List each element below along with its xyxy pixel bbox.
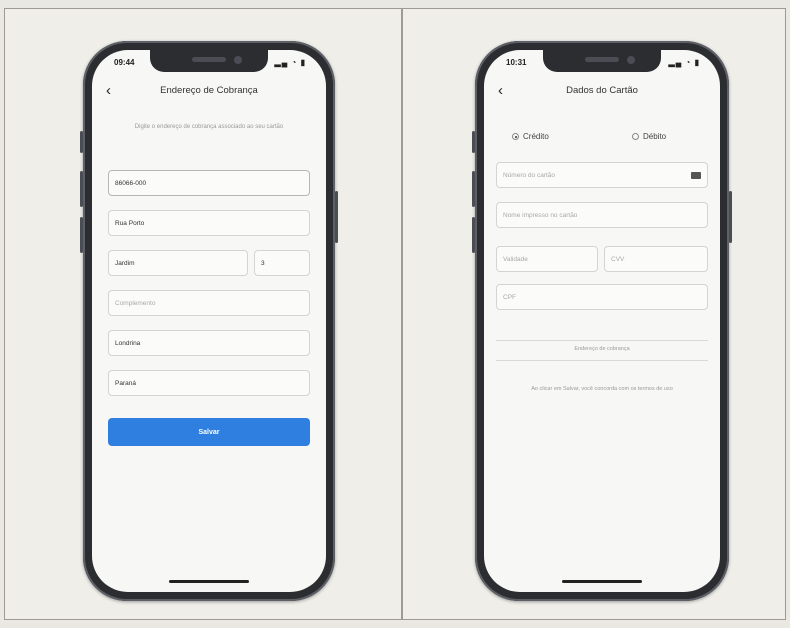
- billing-address-link[interactable]: Endereço de cobrança: [524, 346, 680, 353]
- volume-down-button: [472, 217, 475, 253]
- neighborhood-field[interactable]: Jardim: [108, 250, 248, 276]
- card-name-field[interactable]: Nome impresso no cartão: [496, 202, 708, 228]
- left-phone-frame: 09:44 ▂▄ ◔ ▮ ‹ Endereço de Cobrança Digi…: [80, 41, 338, 601]
- nav-bar: ‹ Endereço de Cobrança: [92, 80, 326, 104]
- silent-switch: [472, 131, 475, 153]
- power-button: [729, 191, 732, 243]
- radio-debit[interactable]: Débito: [632, 132, 666, 141]
- right-panel: 10:31 ▂▄ ◔ ▮ ‹ Dados do Cartão Crédito D…: [402, 8, 786, 620]
- payment-type-radio-group: Crédito Débito: [484, 132, 720, 148]
- cep-field[interactable]: 86066-000: [108, 170, 310, 196]
- volume-up-button: [472, 171, 475, 207]
- city-field[interactable]: Londrina: [108, 330, 310, 356]
- volume-up-button: [80, 171, 83, 207]
- number-field[interactable]: 3: [254, 250, 310, 276]
- radio-selected-icon: [512, 133, 519, 140]
- nav-bar: ‹ Dados do Cartão: [484, 80, 720, 104]
- radio-credit[interactable]: Crédito: [512, 132, 549, 141]
- page-title: Endereço de Cobrança: [160, 85, 258, 96]
- complement-field[interactable]: Complemento: [108, 290, 310, 316]
- status-time: 09:44: [114, 58, 135, 67]
- state-field[interactable]: Paraná: [108, 370, 310, 396]
- expiry-field[interactable]: Validade: [496, 246, 598, 272]
- card-number-field[interactable]: Número do cartão: [496, 162, 708, 188]
- home-indicator[interactable]: [169, 580, 249, 583]
- radio-unselected-icon: [632, 133, 639, 140]
- page-title: Dados do Cartão: [566, 85, 638, 96]
- status-icons: ▂▄ ◔ ▮: [668, 58, 700, 67]
- hint-text: Digite o endereço de cobrança associado …: [134, 124, 284, 130]
- divider: [496, 340, 708, 341]
- right-phone-frame: 10:31 ▂▄ ◔ ▮ ‹ Dados do Cartão Crédito D…: [472, 41, 732, 601]
- power-button: [335, 191, 338, 243]
- status-icons: ▂▄ ◔ ▮: [274, 58, 306, 67]
- volume-down-button: [80, 217, 83, 253]
- left-phone-screen: 09:44 ▂▄ ◔ ▮ ‹ Endereço de Cobrança Digi…: [92, 50, 326, 592]
- save-button[interactable]: Salvar: [108, 418, 310, 446]
- credit-card-icon: [691, 171, 701, 179]
- notch: [543, 50, 661, 72]
- home-indicator[interactable]: [562, 580, 642, 583]
- divider: [496, 360, 708, 361]
- status-time: 10:31: [506, 58, 527, 67]
- terms-text: Ao clicar em Salvar, você concorda com o…: [531, 386, 673, 392]
- cpf-field[interactable]: CPF: [496, 284, 708, 310]
- left-panel: 09:44 ▂▄ ◔ ▮ ‹ Endereço de Cobrança Digi…: [4, 8, 402, 620]
- silent-switch: [80, 131, 83, 153]
- notch: [150, 50, 268, 72]
- cvv-field[interactable]: CVV: [604, 246, 708, 272]
- street-field[interactable]: Rua Porto: [108, 210, 310, 236]
- right-phone-screen: 10:31 ▂▄ ◔ ▮ ‹ Dados do Cartão Crédito D…: [484, 50, 720, 592]
